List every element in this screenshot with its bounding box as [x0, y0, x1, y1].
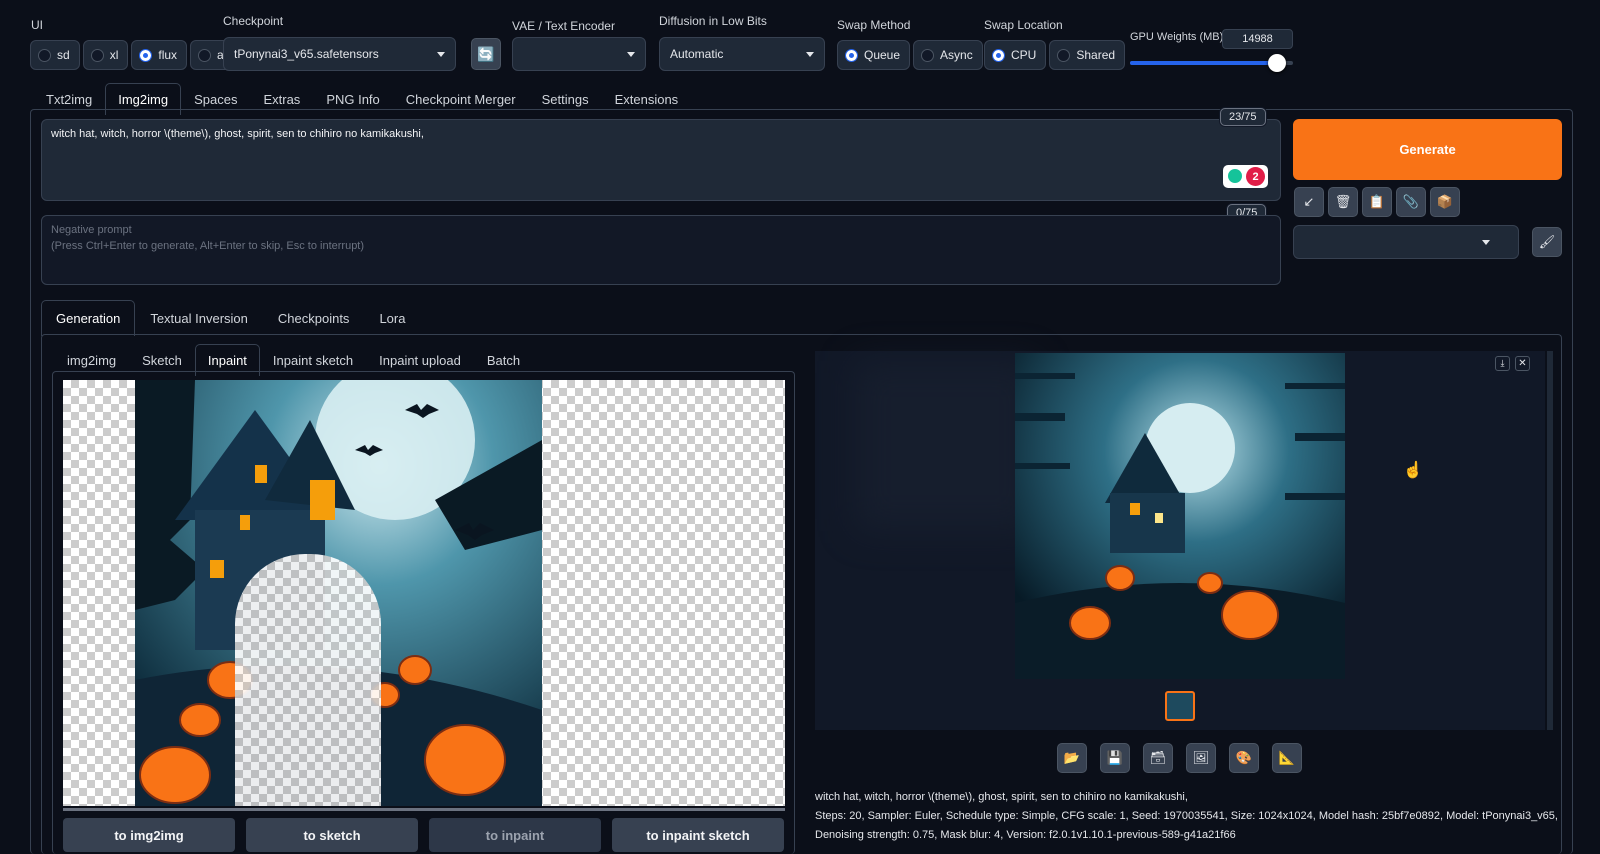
- close-icon[interactable]: ✕: [1515, 356, 1530, 371]
- edit-styles-button[interactable]: 🖌: [1532, 227, 1562, 257]
- swap-method-label: Swap Method: [837, 18, 911, 32]
- box-icon: 📦: [1436, 194, 1454, 209]
- prompt-input[interactable]: witch hat, witch, horror \(theme\), ghos…: [41, 119, 1281, 201]
- to-inpaint-sketch-button[interactable]: to inpaint sketch: [612, 818, 784, 852]
- output-image[interactable]: [1015, 353, 1345, 679]
- radio-selected-icon: [992, 48, 1005, 62]
- clear-prompt-button[interactable]: 🗑: [1328, 187, 1358, 217]
- tab-generation[interactable]: Generation: [41, 300, 136, 336]
- ui-option-flux[interactable]: flux: [131, 40, 188, 70]
- ruler-icon: 📐: [1278, 750, 1296, 765]
- inpaint-mask: [235, 554, 381, 806]
- tab-lora[interactable]: Lora: [364, 300, 420, 336]
- download-icon[interactable]: ⤓: [1495, 356, 1510, 371]
- swap-method-queue[interactable]: Queue: [837, 40, 911, 70]
- grammar-badge[interactable]: 2: [1223, 165, 1268, 188]
- generation-info-version: Denoising strength: 0.75, Mask blur: 4, …: [815, 829, 1236, 841]
- vae-label: VAE / Text Encoder: [512, 19, 615, 33]
- swap-location-label: Swap Location: [984, 18, 1063, 32]
- open-folder-button[interactable]: 📂: [1057, 743, 1087, 773]
- send-to-extras-button[interactable]: 📐: [1272, 743, 1302, 773]
- radio-icon: [921, 48, 935, 62]
- folder-icon: 📂: [1063, 750, 1081, 765]
- brush-icon: 🖌: [1538, 234, 1556, 249]
- to-sketch-button[interactable]: to sketch: [246, 818, 418, 852]
- refresh-icon: 🔄: [477, 45, 495, 62]
- grammar-count: 2: [1246, 167, 1265, 186]
- extra-networks-button[interactable]: 📦: [1430, 187, 1460, 217]
- image-icon: 🖼: [1192, 750, 1210, 765]
- radio-selected-icon: [139, 48, 153, 62]
- grammar-icon: [1228, 169, 1242, 183]
- canvas-scrollbar[interactable]: [63, 808, 785, 811]
- gallery-blur-bg: [855, 361, 1035, 531]
- send-to-img2img-button[interactable]: 🖼: [1186, 743, 1216, 773]
- generation-info-params: Steps: 20, Sampler: Euler, Schedule type…: [815, 810, 1558, 822]
- sub-tabs: Generation Textual Inversion Checkpoints…: [41, 300, 420, 336]
- trash-icon: 🗑: [1334, 194, 1352, 209]
- ui-option-xl[interactable]: xl: [82, 40, 129, 70]
- radio-icon: [1057, 48, 1071, 62]
- tab-checkpoints[interactable]: Checkpoints: [263, 300, 365, 336]
- send-to-inpaint-button[interactable]: 🎨: [1229, 743, 1259, 773]
- chevron-down-icon: [437, 51, 445, 57]
- paste-button[interactable]: 📋: [1362, 187, 1392, 217]
- negative-prompt-placeholder: Negative prompt: [51, 224, 132, 236]
- negative-prompt-input[interactable]: Negative prompt (Press Ctrl+Enter to gen…: [41, 215, 1281, 285]
- arrow-icon: ↙: [1303, 194, 1315, 209]
- gallery-scrollbar[interactable]: [1547, 351, 1553, 730]
- ui-label: UI: [31, 18, 43, 32]
- swap-location-cpu[interactable]: CPU: [984, 40, 1047, 70]
- radio-icon: [38, 48, 51, 62]
- radio-icon: [90, 48, 104, 62]
- paperclip-icon: 📎: [1402, 194, 1420, 209]
- zip-icon: 🗃: [1149, 750, 1167, 765]
- checkpoint-select[interactable]: tPonynai3_v65.safetensors: [223, 37, 456, 71]
- negative-prompt-hint: (Press Ctrl+Enter to generate, Alt+Enter…: [51, 240, 365, 252]
- palette-icon: 🎨: [1235, 750, 1253, 765]
- gpu-weights-input[interactable]: [1222, 29, 1293, 49]
- checkpoint-label: Checkpoint: [223, 14, 284, 28]
- gallery-thumbnail[interactable]: [1165, 691, 1195, 721]
- swap-method-async[interactable]: Async: [913, 40, 983, 70]
- radio-selected-icon: [845, 48, 858, 62]
- gpu-weights-label: GPU Weights (MB): [1130, 31, 1224, 43]
- vae-select[interactable]: [512, 37, 646, 71]
- to-img2img-button[interactable]: to img2img: [63, 818, 235, 852]
- swap-location-shared[interactable]: Shared: [1049, 40, 1126, 70]
- to-inpaint-button[interactable]: to inpaint: [429, 818, 601, 852]
- swap-method-radio-group: Queue Async: [837, 40, 983, 70]
- chevron-down-icon: [627, 51, 635, 57]
- save-icon: 💾: [1106, 750, 1124, 765]
- radio-icon: [198, 48, 212, 62]
- slider-fill: [1130, 61, 1277, 65]
- inpaint-canvas[interactable]: [63, 380, 785, 806]
- apply-styles-button[interactable]: ↙: [1294, 187, 1324, 217]
- zip-button[interactable]: 🗃: [1143, 743, 1173, 773]
- clipboard-icon: 📋: [1368, 194, 1386, 209]
- ui-option-sd[interactable]: sd: [30, 40, 80, 70]
- chevron-down-icon: [806, 51, 814, 57]
- diffusion-select[interactable]: Automatic: [659, 37, 825, 71]
- gpu-weights-slider[interactable]: [1130, 54, 1293, 72]
- ui-radio-group: sd xl flux all: [30, 40, 240, 70]
- chevron-down-icon: [1482, 239, 1490, 245]
- save-button[interactable]: 💾: [1100, 743, 1130, 773]
- diffusion-label: Diffusion in Low Bits: [659, 14, 767, 28]
- generation-info-prompt: witch hat, witch, horror \(theme\), ghos…: [815, 791, 1188, 803]
- output-gallery: ⤓ ✕: [815, 351, 1545, 730]
- swap-location-radio-group: CPU Shared: [984, 40, 1126, 70]
- attach-button[interactable]: 📎: [1396, 187, 1426, 217]
- generate-button[interactable]: Generate: [1293, 119, 1562, 180]
- prompt-token-counter: 23/75: [1220, 108, 1266, 126]
- slider-thumb[interactable]: [1267, 54, 1286, 72]
- hand-cursor-icon: ☝: [1403, 462, 1423, 479]
- styles-select[interactable]: [1293, 225, 1519, 259]
- tab-textual-inversion[interactable]: Textual Inversion: [135, 300, 263, 336]
- refresh-button[interactable]: 🔄: [471, 38, 501, 70]
